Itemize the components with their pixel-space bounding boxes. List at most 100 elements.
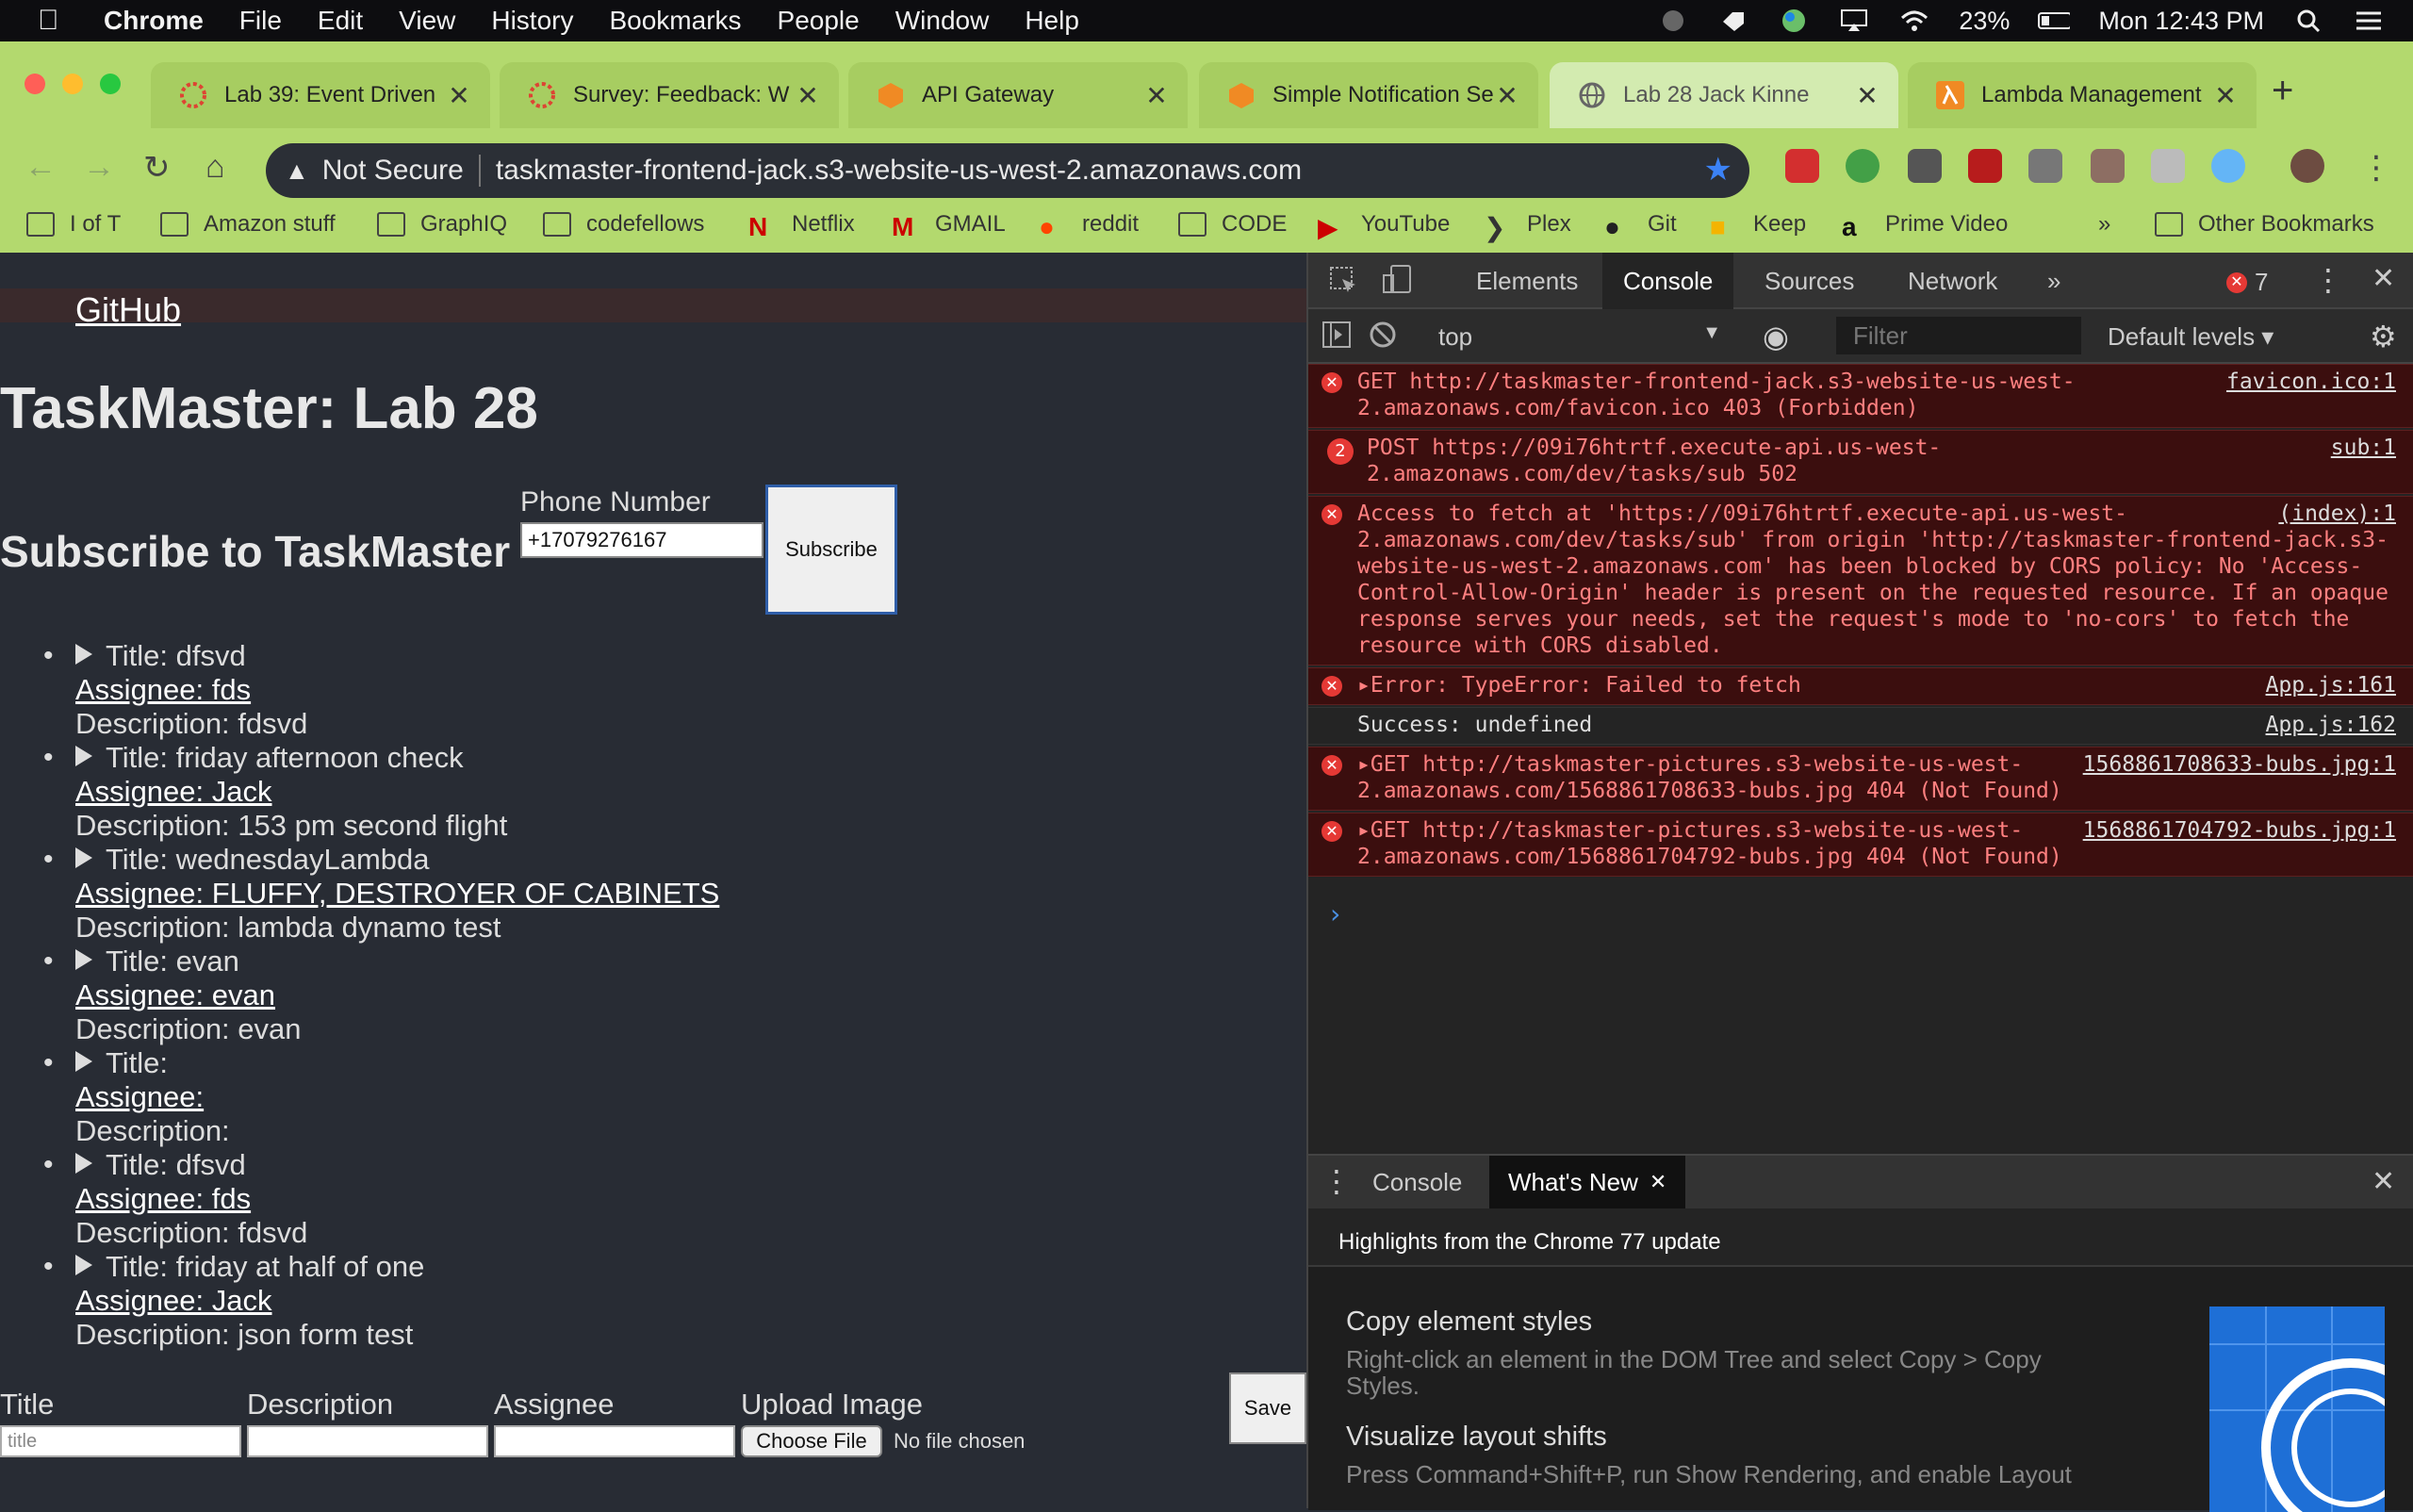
bookmark-folder[interactable]: GraphIQ bbox=[377, 211, 507, 238]
message-source-link[interactable]: App.js:161 bbox=[2266, 672, 2396, 698]
assignee-link[interactable]: Assignee: evan bbox=[75, 978, 1306, 1012]
window-minimize-button[interactable] bbox=[62, 74, 83, 94]
console-filter-input[interactable]: Filter bbox=[1836, 317, 2081, 354]
message-source-link[interactable]: 1568861704792-bubs.jpg:1 bbox=[2083, 817, 2396, 844]
task-title-toggle[interactable]: Title: bbox=[75, 1046, 168, 1079]
extension-icon-red[interactable] bbox=[1785, 149, 1819, 183]
assignee-link[interactable]: Assignee: fds bbox=[75, 673, 1306, 707]
chrome-menu-icon[interactable]: ⋮ bbox=[2360, 149, 2392, 187]
back-arrow-icon[interactable]: ← bbox=[25, 149, 57, 186]
message-source-link[interactable]: 1568861708633-bubs.jpg:1 bbox=[2083, 751, 2396, 778]
bookmark-folder[interactable]: I of T bbox=[26, 211, 121, 238]
bookmark-prime-video[interactable]: a Prime Video bbox=[1842, 211, 2008, 241]
task-title-toggle[interactable]: Title: dfsvd bbox=[75, 1148, 246, 1181]
extension-icon-bulb[interactable] bbox=[1908, 149, 1942, 183]
menu-window[interactable]: Window bbox=[895, 6, 990, 36]
title-input[interactable]: title bbox=[0, 1425, 241, 1457]
close-icon[interactable]: ✕ bbox=[794, 80, 822, 111]
drawer-menu-icon[interactable]: ⋮ bbox=[1321, 1163, 1352, 1199]
new-tab-plus-icon[interactable]: + bbox=[2272, 70, 2293, 112]
eye-icon[interactable]: ◉ bbox=[1763, 319, 1789, 354]
message-text[interactable]: POST https://09i76htrtf.execute-api.us-w… bbox=[1367, 436, 1941, 486]
assignee-link[interactable]: Assignee: FLUFFY, DESTROYER OF CABINETS bbox=[75, 877, 1306, 911]
drawer-tab-whats-new[interactable]: What's New ✕ bbox=[1489, 1156, 1686, 1208]
apple-icon[interactable]:  bbox=[38, 5, 75, 37]
assignee-link[interactable]: Assignee: bbox=[75, 1080, 1306, 1114]
drawer-close-icon[interactable]: ✕ bbox=[2372, 1165, 2395, 1198]
bookmark-youtube[interactable]: ▶ YouTube bbox=[1318, 211, 1450, 242]
tab-network[interactable]: Network bbox=[1887, 253, 2018, 309]
forward-arrow-icon[interactable]: → bbox=[83, 149, 115, 186]
save-button[interactable]: Save bbox=[1229, 1372, 1306, 1444]
error-counter[interactable]: ✕ 7 bbox=[2226, 268, 2268, 297]
close-icon[interactable]: ✕ bbox=[445, 80, 473, 111]
airplay-icon[interactable] bbox=[1838, 8, 1870, 34]
choose-file-button[interactable]: Choose File bbox=[741, 1425, 882, 1457]
bookmark-folder[interactable]: Amazon stuff bbox=[160, 211, 336, 238]
tab-elements[interactable]: Elements bbox=[1455, 253, 1599, 309]
gear-icon[interactable]: ⚙ bbox=[2370, 319, 2397, 354]
bookmarks-overflow-chevron[interactable]: » bbox=[2098, 211, 2110, 238]
github-link[interactable]: GitHub bbox=[75, 290, 181, 330]
task-title-toggle[interactable]: Title: evan bbox=[75, 945, 239, 978]
menu-help[interactable]: Help bbox=[1025, 6, 1079, 36]
device-toolbar-icon[interactable] bbox=[1382, 264, 1414, 303]
bookmark-folder[interactable]: codefellows bbox=[543, 211, 704, 238]
message-source-link[interactable]: sub:1 bbox=[2331, 435, 2396, 461]
assignee-link[interactable]: Assignee: Jack bbox=[75, 1284, 1306, 1318]
tab-survey[interactable]: Survey: Feedback: W ✕ bbox=[500, 62, 839, 128]
devtools-close-icon[interactable]: ✕ bbox=[2372, 262, 2395, 295]
tab-sources[interactable]: Sources bbox=[1744, 253, 1875, 309]
bookmark-star-icon[interactable]: ★ bbox=[1704, 151, 1732, 189]
bookmark-other[interactable]: Other Bookmarks bbox=[2155, 211, 2374, 238]
task-title-toggle[interactable]: Title: friday afternoon check bbox=[75, 741, 464, 774]
profile-avatar[interactable] bbox=[2290, 149, 2324, 183]
menu-people[interactable]: People bbox=[778, 6, 860, 36]
close-icon[interactable]: ✕ bbox=[1142, 80, 1171, 111]
menubar-clock[interactable]: Mon 12:43 PM bbox=[2098, 7, 2264, 36]
extension-icon-blue[interactable] bbox=[2211, 149, 2245, 183]
extension-icon-tool[interactable] bbox=[2091, 149, 2125, 183]
message-source-link[interactable]: favicon.ico:1 bbox=[2226, 369, 2396, 395]
extension-icon-green[interactable] bbox=[1846, 149, 1880, 183]
bookmark-gmail[interactable]: M GMAIL bbox=[892, 211, 1006, 241]
console-prompt-chevron-icon[interactable]: › bbox=[1327, 901, 1343, 928]
reload-icon[interactable]: ↻ bbox=[143, 149, 171, 187]
moon-icon[interactable] bbox=[1657, 8, 1689, 34]
menu-bookmarks[interactable]: Bookmarks bbox=[609, 6, 741, 36]
menu-edit[interactable]: Edit bbox=[318, 6, 363, 36]
wifi-icon[interactable] bbox=[1898, 8, 1930, 34]
extension-icon-gray[interactable] bbox=[2028, 149, 2062, 183]
tab-api-gateway[interactable]: API Gateway ✕ bbox=[848, 62, 1188, 128]
menu-history[interactable]: History bbox=[491, 6, 573, 36]
extension-icon-aea[interactable] bbox=[2151, 149, 2185, 183]
close-icon[interactable]: ✕ bbox=[2211, 80, 2240, 111]
assignee-link[interactable]: Assignee: fds bbox=[75, 1182, 1306, 1216]
task-title-toggle[interactable]: Title: friday at half of one bbox=[75, 1250, 424, 1283]
bookmark-folder[interactable]: CODE bbox=[1178, 211, 1287, 238]
message-source-link[interactable]: App.js:162 bbox=[2266, 712, 2396, 738]
message-text[interactable]: ▸GET http://taskmaster-pictures.s3-websi… bbox=[1357, 752, 2062, 803]
close-icon[interactable]: ✕ bbox=[1853, 80, 1881, 111]
spotlight-search-icon[interactable] bbox=[2292, 8, 2324, 34]
tab-console[interactable]: Console bbox=[1602, 253, 1734, 309]
drawer-tab-console[interactable]: Console bbox=[1354, 1156, 1481, 1208]
subscribe-button[interactable]: Subscribe bbox=[765, 485, 897, 615]
bookmark-plex[interactable]: ❯ Plex bbox=[1484, 211, 1571, 242]
menu-app[interactable]: Chrome bbox=[104, 6, 204, 36]
message-text[interactable]: GET http://taskmaster-frontend-jack.s3-w… bbox=[1357, 370, 2076, 420]
assignee-input[interactable] bbox=[494, 1425, 735, 1457]
bookmark-reddit[interactable]: ● reddit bbox=[1039, 211, 1139, 241]
context-selector[interactable]: top ▼ bbox=[1438, 322, 1721, 352]
bookmark-netflix[interactable]: N Netflix bbox=[748, 211, 855, 241]
globe-status-icon[interactable] bbox=[1778, 8, 1810, 34]
assignee-link[interactable]: Assignee: Jack bbox=[75, 775, 1306, 809]
tab-lab-39[interactable]: Lab 39: Event Driven ✕ bbox=[151, 62, 490, 128]
message-text[interactable]: ▸GET http://taskmaster-pictures.s3-websi… bbox=[1357, 818, 2062, 869]
message-text[interactable]: ▸Error: TypeError: Failed to fetch bbox=[1357, 673, 1801, 698]
menu-view[interactable]: View bbox=[399, 6, 455, 36]
address-bar[interactable]: ▲ Not Secure taskmaster-frontend-jack.s3… bbox=[266, 143, 1749, 198]
window-zoom-button[interactable] bbox=[100, 74, 121, 94]
tab-lambda[interactable]: Lambda Management ✕ bbox=[1908, 62, 2257, 128]
message-text[interactable]: Success: undefined bbox=[1357, 713, 1592, 737]
